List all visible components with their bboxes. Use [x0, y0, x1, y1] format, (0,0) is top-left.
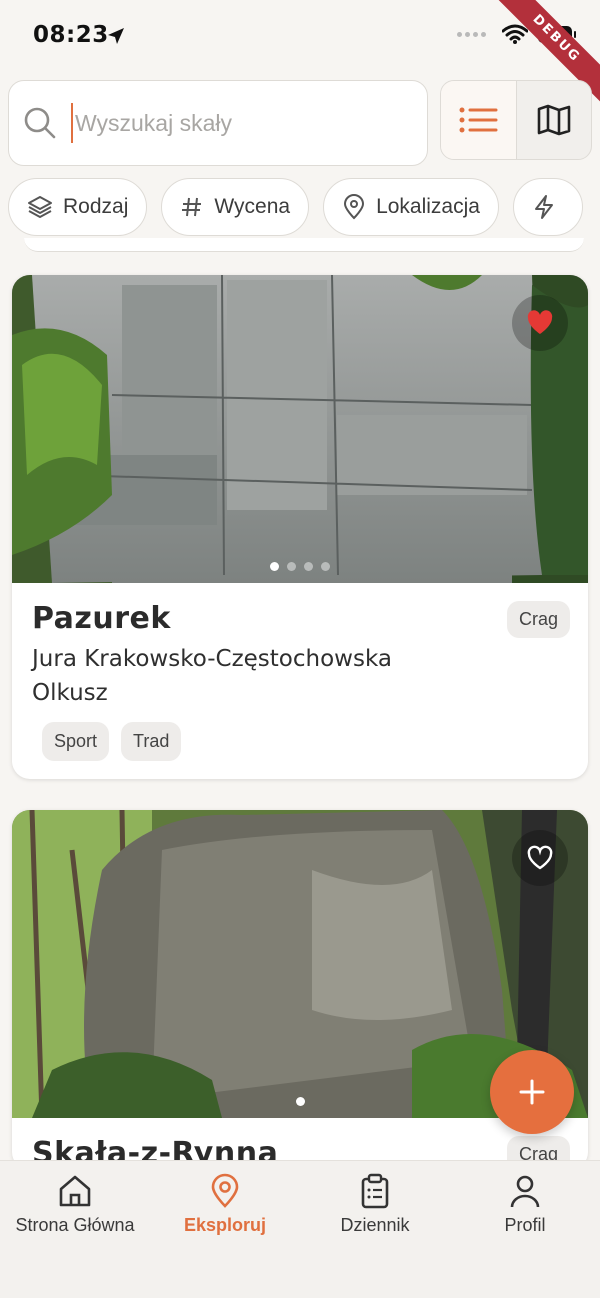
- crag-type-badge: Crag: [506, 601, 570, 638]
- pager-dot: [295, 1097, 305, 1106]
- location-pin-icon: [211, 1173, 239, 1208]
- filter-chip-label: Lokalizacja: [376, 195, 480, 218]
- location-arrow-icon: [108, 28, 124, 44]
- search-input[interactable]: Wyszukaj skały: [8, 80, 428, 166]
- plus-icon: [519, 1079, 545, 1105]
- crag-region: Jura Krakowsko-Częstochowska: [32, 646, 392, 672]
- pager-dot: [304, 562, 313, 571]
- search-placeholder: Wyszukaj skały: [75, 109, 232, 136]
- location-pin-icon: [344, 194, 365, 220]
- nav-label: Eksploruj: [183, 1215, 267, 1235]
- filter-chip-wycena[interactable]: Wycena: [161, 178, 310, 236]
- lightning-icon: [534, 195, 553, 219]
- nav-item-profile[interactable]: Profil: [450, 1161, 600, 1298]
- user-icon: [510, 1175, 540, 1208]
- filter-chip-more[interactable]: [512, 178, 583, 236]
- text-cursor: [71, 103, 73, 143]
- nav-label: Profil: [504, 1215, 546, 1235]
- climbing-style-tag: Sport: [42, 722, 110, 761]
- hash-icon: [182, 197, 202, 217]
- favorite-button[interactable]: [512, 295, 568, 351]
- previous-card-edge: [24, 238, 584, 252]
- favorite-button[interactable]: [512, 830, 568, 886]
- rock-photo-image: [12, 275, 588, 583]
- map-view-button[interactable]: [517, 81, 592, 159]
- bottom-navigation: Strona Główna Eksploruj Dziennik Profil: [0, 1160, 600, 1298]
- filter-chip-label: Wycena: [214, 195, 291, 218]
- crag-area: Olkusz: [32, 680, 108, 706]
- crag-photo[interactable]: [12, 275, 588, 583]
- nav-label: Strona Główna: [15, 1215, 135, 1235]
- signal-icon: [457, 31, 486, 37]
- crag-name: Pazurek: [32, 601, 171, 636]
- filter-chip-rodzaj[interactable]: Rodzaj: [8, 178, 148, 236]
- heart-outline-icon: [527, 845, 553, 870]
- filter-chips: Rodzaj Wycena Lokalizacja: [8, 178, 600, 238]
- list-view-button[interactable]: [441, 81, 517, 159]
- crag-card[interactable]: Pazurek Crag Jura Krakowsko-Częstochowsk…: [12, 275, 588, 779]
- nav-item-explore[interactable]: Eksploruj: [150, 1161, 300, 1298]
- map-icon: [537, 104, 571, 136]
- status-time: 08:23: [33, 22, 109, 48]
- photo-pager: [12, 562, 588, 571]
- pager-dot: [270, 562, 279, 571]
- filter-chip-lokalizacja[interactable]: Lokalizacja: [323, 178, 499, 236]
- pager-dot: [287, 562, 296, 571]
- pager-dot: [321, 562, 330, 571]
- crag-tags: Sport Trad: [32, 722, 568, 761]
- nav-item-journal[interactable]: Dziennik: [300, 1161, 450, 1298]
- home-icon: [59, 1175, 91, 1207]
- heart-filled-icon: [527, 310, 553, 334]
- clipboard-icon: [361, 1173, 389, 1209]
- search-icon: [24, 107, 56, 139]
- climbing-style-tag: Trad: [121, 722, 182, 761]
- nav-item-home[interactable]: Strona Główna: [0, 1161, 150, 1298]
- list-icon: [459, 107, 498, 133]
- add-crag-button[interactable]: [490, 1050, 574, 1134]
- filter-chip-label: Rodzaj: [63, 195, 129, 218]
- wifi-icon: [502, 24, 528, 44]
- layers-icon: [28, 196, 52, 218]
- search-row: Wyszukaj skały: [8, 80, 592, 166]
- nav-label: Dziennik: [340, 1215, 410, 1235]
- card-body: Pazurek Crag Jura Krakowsko-Częstochowsk…: [12, 583, 588, 779]
- view-toggle: [440, 80, 592, 160]
